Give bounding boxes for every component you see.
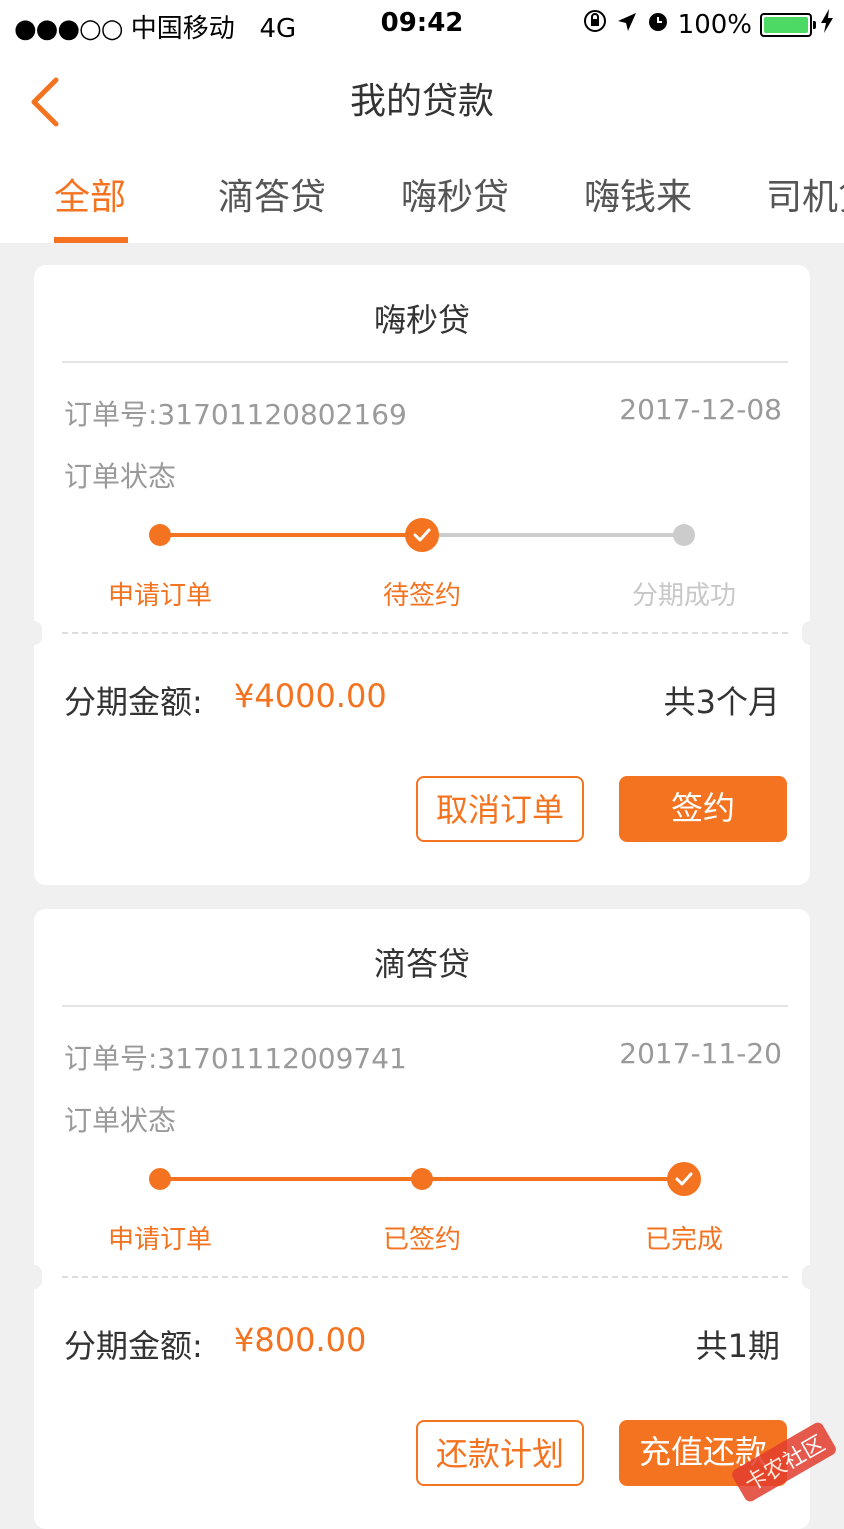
battery-percent: 100% [677, 9, 752, 40]
tab-sijidai[interactable]: 司机贷 [766, 168, 844, 220]
cancel-order-button[interactable]: 取消订单 [416, 776, 584, 842]
ticket-notch [802, 621, 818, 645]
order-number: 订单号:31701112009741 [64, 1042, 407, 1075]
loan-card: 滴答贷 订单号:31701112009741 2017-11-20 订单状态 申… [26, 909, 818, 1529]
alarm-icon [646, 9, 670, 40]
sign-button[interactable]: 签约 [619, 776, 787, 842]
amount-value: ¥800.00 [234, 1321, 367, 1359]
step-label: 已完成 [644, 1225, 723, 1255]
check-icon [405, 518, 439, 552]
repayment-plan-button[interactable]: 还款计划 [416, 1420, 584, 1486]
step-dot [411, 1168, 433, 1190]
amount-label: 分期金额: [64, 1327, 203, 1365]
order-date: 2017-12-08 [619, 393, 782, 426]
card-title: 滴答贷 [373, 945, 470, 983]
step-label: 分期成功 [631, 581, 736, 611]
charging-icon [820, 9, 834, 40]
amount-value: ¥4000.00 [234, 677, 387, 715]
status-bar: ●●●○○ 中国移动 4G 09:42 100% [0, 0, 844, 48]
progress-line-pending [422, 533, 684, 537]
order-status-label: 订单状态 [64, 460, 177, 493]
ticket-notch [26, 621, 42, 645]
tab-didadai[interactable]: 滴答贷 [218, 168, 326, 220]
nav-bar: 我的贷款 [0, 48, 844, 146]
order-status-label: 订单状态 [64, 1104, 177, 1137]
order-number: 订单号:31701120802169 [64, 398, 407, 431]
amount-label: 分期金额: [64, 683, 203, 721]
ticket-notch [26, 1265, 42, 1289]
dashed-divider [62, 1276, 788, 1278]
step-label: 已签约 [382, 1225, 461, 1255]
step-dot [149, 524, 171, 546]
step-dot [673, 524, 695, 546]
page-title: 我的贷款 [349, 81, 494, 122]
loan-term: 共3个月 [663, 683, 780, 721]
step-dot [149, 1168, 171, 1190]
step-label: 待签约 [382, 581, 461, 611]
tab-all[interactable]: 全部 [54, 168, 126, 220]
card-title: 嗨秒贷 [373, 301, 470, 339]
battery-icon [760, 12, 816, 37]
order-date: 2017-11-20 [619, 1037, 782, 1070]
tab-indicator [54, 237, 128, 243]
loan-card: 嗨秒贷 订单号:31701120802169 2017-12-08 订单状态 申… [26, 265, 818, 885]
location-icon [616, 10, 638, 40]
tab-haiqianlai[interactable]: 嗨钱来 [584, 168, 692, 220]
divider [62, 1005, 788, 1007]
rotation-lock-icon [582, 8, 608, 41]
step-label: 申请订单 [107, 581, 212, 611]
tab-haimiaodai[interactable]: 嗨秒贷 [401, 168, 509, 220]
loan-term: 共1期 [695, 1327, 780, 1365]
ticket-notch [802, 1265, 818, 1289]
divider [62, 361, 788, 363]
status-right: 100% [582, 8, 834, 41]
tab-bar: 全部 滴答贷 嗨秒贷 嗨钱来 司机贷 [0, 146, 844, 243]
step-label: 申请订单 [107, 1225, 212, 1255]
dashed-divider [62, 632, 788, 634]
check-icon [667, 1162, 701, 1196]
progress-line-done [160, 533, 422, 537]
